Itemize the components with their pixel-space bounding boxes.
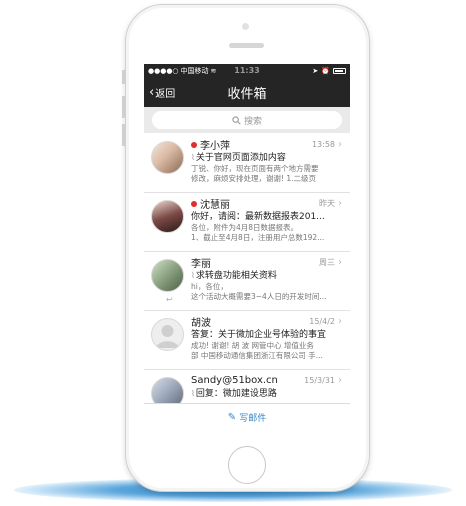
mail-subject: 回复：微加建设思路 <box>195 389 277 399</box>
mail-preview-1: 丁锐、你好，现在页面有两个地方需要 <box>191 164 319 173</box>
mail-header: Sandy@51box.cn 15/3/31 › <box>191 370 342 388</box>
mail-list: 李小萍 13:58 › ⌇关于官网页面添加内容 丁锐、你好，现在页面有两个地方需… <box>144 134 350 404</box>
mail-time: 15/4/2 <box>309 317 335 326</box>
mail-subject-line: 你好，请阅：最新数据报表201... <box>191 211 342 223</box>
sender-name: 李丽 <box>191 259 211 270</box>
mute-switch <box>122 70 125 84</box>
status-time: 11:33 <box>234 66 260 75</box>
mail-row[interactable]: 胡波 15/4/2 › 答复：关于微加企业号体验的事宜 成功! 谢谢! 胡 波 … <box>144 311 350 370</box>
back-button[interactable]: ‹ 返回 <box>149 77 175 107</box>
mail-subject-line: 答复：关于微加企业号体验的事宜 <box>191 329 342 341</box>
avatar <box>151 141 184 174</box>
mail-time: 昨天 <box>319 199 335 208</box>
home-button[interactable] <box>228 446 266 484</box>
avatar <box>151 200 184 233</box>
mail-header: 李丽 周三 › <box>191 252 342 270</box>
attachment-icon: ⌇ <box>191 389 195 398</box>
mail-preview-2: 1、截止至4月8日，注册用户总数192... <box>191 233 325 242</box>
chevron-right-icon: › <box>338 257 342 268</box>
sender-name: 沈慧丽 <box>200 200 230 211</box>
compose-button[interactable]: ✎ 写邮件 <box>144 403 350 430</box>
earpiece-speaker <box>229 43 264 48</box>
back-label: 返回 <box>155 88 176 100</box>
sender-name: 胡波 <box>191 318 211 329</box>
mail-preview-2: 这个活动大概需要3~4人日的开发时间... <box>191 292 327 301</box>
mail-header: 李小萍 13:58 › <box>191 134 342 152</box>
mail-subject: 答复：关于微加企业号体验的事宜 <box>191 330 327 340</box>
mail-subject-line: ⌇关于官网页面添加内容 <box>191 152 342 164</box>
compose-icon: ✎ <box>227 411 237 423</box>
search-placeholder: 搜索 <box>243 116 262 127</box>
chevron-right-icon: › <box>338 375 342 386</box>
mail-subject-line: ⌇求转盘功能相关资料 <box>191 270 342 282</box>
sender-name: 李小萍 <box>200 141 230 152</box>
mail-header: 胡波 15/4/2 › <box>191 311 342 329</box>
unread-dot <box>191 141 197 148</box>
default-avatar-icon <box>156 325 179 348</box>
search-input[interactable]: 搜索 <box>152 111 342 129</box>
unread-dot <box>191 200 197 207</box>
mail-row[interactable]: Sandy@51box.cn 15/3/31 › ⌇回复：微加建设思路 <box>144 370 350 404</box>
mail-subject: 你好，请阅：最新数据报表201... <box>191 212 325 222</box>
status-bar: ●●●●○ 中国移动 ≋ 11:33 ➤ ⏰ <box>144 64 350 77</box>
chevron-right-icon: › <box>338 139 342 150</box>
search-bar: 搜索 <box>144 107 350 133</box>
mail-row[interactable]: 李丽 周三 › ⌇求转盘功能相关资料 hi，各位， 这个活动大概需要3~4人日的… <box>144 252 350 311</box>
search-icon <box>232 115 241 125</box>
chevron-right-icon: › <box>338 316 342 327</box>
mail-preview-2: 部 中国移动通信集团浙江有限公司 手... <box>191 351 323 360</box>
replied-icon: ↩ <box>166 295 173 304</box>
avatar <box>151 377 184 404</box>
mail-preview-2: 修改，麻烦安排处理，谢谢! 1.二级页 <box>191 174 317 183</box>
mail-time: 15/3/31 <box>304 376 335 385</box>
chevron-left-icon: ‹ <box>149 84 155 100</box>
sender-name: Sandy@51box.cn <box>191 375 278 386</box>
battery-icon <box>333 67 346 74</box>
mail-preview-1: hi，各位， <box>191 282 228 291</box>
mail-header: 沈慧丽 昨天 › <box>191 193 342 211</box>
mail-time: 周三 <box>319 258 335 267</box>
avatar <box>151 318 184 351</box>
avatar <box>151 259 184 292</box>
attachment-icon: ⌇ <box>191 153 195 162</box>
mail-subject: 关于官网页面添加内容 <box>195 153 286 163</box>
mail-row[interactable]: 李小萍 13:58 › ⌇关于官网页面添加内容 丁锐、你好，现在页面有两个地方需… <box>144 134 350 193</box>
nav-bar: ‹ 返回 收件箱 <box>144 77 350 107</box>
attachment-icon: ⌇ <box>191 271 195 280</box>
app-screen: ●●●●○ 中国移动 ≋ 11:33 ➤ ⏰ ‹ 返回 收件箱 搜索 李小萍 1… <box>144 64 350 430</box>
mail-subject-line: ⌇回复：微加建设思路 <box>191 388 342 400</box>
chevron-right-icon: › <box>338 198 342 209</box>
compose-label: 写邮件 <box>239 413 267 424</box>
mail-row[interactable]: 沈慧丽 昨天 › 你好，请阅：最新数据报表201... 各位，附件为4月8日数据… <box>144 193 350 252</box>
mail-subject: 求转盘功能相关资料 <box>195 271 277 281</box>
volume-up-button <box>122 96 125 118</box>
page-title: 收件箱 <box>227 86 267 102</box>
mail-preview-1: 成功! 谢谢! 胡 波 网管中心 增值业务 <box>191 341 314 350</box>
volume-down-button <box>122 124 125 146</box>
front-camera <box>242 23 249 30</box>
mail-time: 13:58 <box>311 140 335 149</box>
mail-preview-1: 各位，附件为4月8日数据报表。 <box>191 223 299 232</box>
